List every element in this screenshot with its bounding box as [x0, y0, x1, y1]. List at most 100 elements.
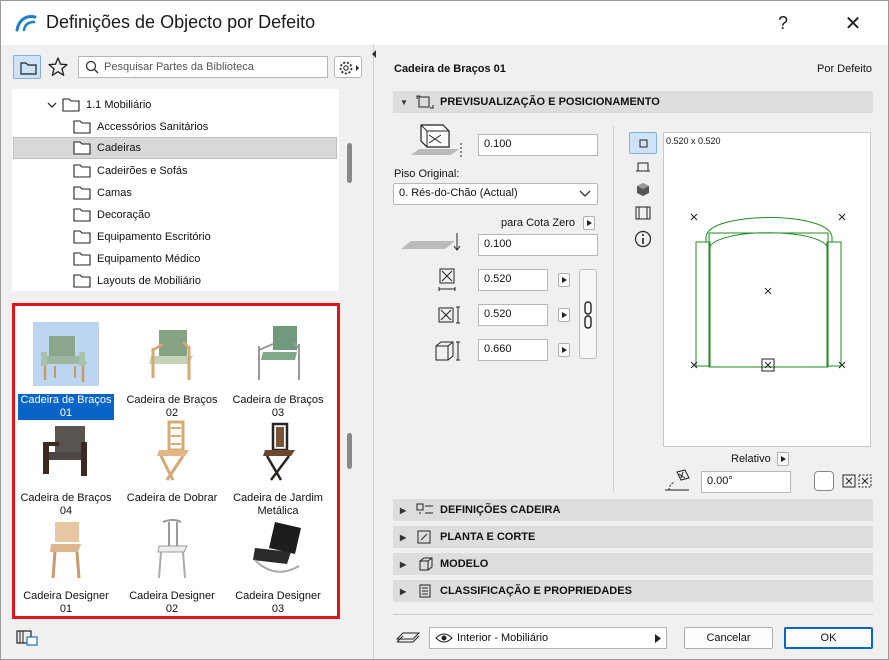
- section-definicoes-cadeira[interactable]: ▶ DEFINIÇÕES CADEIRA: [393, 499, 873, 521]
- offset-field[interactable]: 0.100: [478, 134, 598, 156]
- depth-field[interactable]: 0.520: [478, 304, 548, 326]
- chevron-down-icon: ▼: [400, 97, 408, 107]
- designer-chair-metal-icon: [157, 519, 188, 579]
- chair-plan-drawing: [690, 213, 846, 372]
- cota-field[interactable]: 0.100: [478, 234, 598, 256]
- thumbnail-cadeira-dobrar[interactable]: Cadeira de Dobrar: [120, 420, 224, 505]
- folder-view-button[interactable]: [13, 55, 41, 79]
- tree-scrollbar[interactable]: [347, 143, 352, 183]
- section-label: PREVISUALIZAÇÃO E POSICIONAMENTO: [440, 96, 660, 108]
- section-label: DEFINIÇÕES CADEIRA: [440, 504, 561, 516]
- thumbnail-cadeira-designer-02[interactable]: Cadeira Designer 02: [120, 518, 224, 616]
- height-options-button[interactable]: [558, 343, 570, 357]
- chevron-right-icon: [655, 634, 661, 643]
- tree-item-mobiliario[interactable]: 1.1 Mobiliário: [47, 94, 337, 116]
- folder-icon: [73, 252, 91, 266]
- height-field[interactable]: 0.660: [478, 339, 548, 361]
- tree-item-cadeiroes[interactable]: Cadeirões e Sofás: [73, 160, 337, 182]
- tree-item-label: Camas: [97, 187, 132, 199]
- thumbnail-label: Cadeira de Braços 01: [18, 394, 114, 420]
- tree-item-label: 1.1 Mobiliário: [86, 99, 152, 111]
- 3d-view-icon[interactable]: [633, 181, 653, 199]
- app-logo-icon: [15, 15, 37, 32]
- mirror-toggle[interactable]: [814, 471, 834, 491]
- square-icon: [639, 139, 648, 148]
- chevron-down-icon: [47, 102, 57, 108]
- width-options-button[interactable]: [558, 273, 570, 287]
- tree-item-equip-escritorio[interactable]: Equipamento Escritório: [73, 226, 337, 248]
- thumbnail-cadeira-jardim[interactable]: Cadeira de Jardim Metálica: [226, 420, 330, 518]
- thumbnail-cadeira-bracos-04[interactable]: Cadeira de Braços 04: [14, 420, 118, 518]
- tree-item-equip-medico[interactable]: Equipamento Médico: [73, 248, 337, 270]
- angle-field[interactable]: 0.00°: [701, 471, 791, 493]
- preview-canvas: 0.520 x 0.520: [663, 132, 871, 447]
- cancel-button[interactable]: Cancelar: [684, 627, 773, 649]
- ok-button[interactable]: OK: [784, 627, 873, 649]
- relative-options-button[interactable]: [777, 452, 789, 466]
- tree-item-label: Accessórios Sanitários: [97, 121, 209, 133]
- thumbnail-cadeira-bracos-03[interactable]: Cadeira de Braços 03: [226, 322, 330, 420]
- tree-item-decoracao[interactable]: Decoração: [73, 204, 337, 226]
- tree-item-label: Equipamento Médico: [97, 253, 201, 265]
- armchair-dark-icon: [43, 426, 87, 476]
- armchair-wood-icon: [149, 330, 193, 380]
- search-input[interactable]: Pesquisar Partes da Biblioteca: [78, 56, 328, 78]
- library-manager-icon[interactable]: [14, 625, 40, 649]
- folder-icon: [73, 208, 91, 222]
- section-label: MODELO: [440, 558, 489, 570]
- footer-divider: [393, 614, 873, 615]
- object-name: Cadeira de Braços 01: [394, 63, 506, 75]
- help-button[interactable]: ?: [768, 9, 798, 37]
- tree-item-cadeiras[interactable]: Cadeiras: [13, 137, 337, 159]
- film-icon[interactable]: [633, 204, 653, 222]
- designer-chair-leather-icon: [253, 522, 301, 573]
- chevron-right-icon: ▶: [400, 505, 407, 515]
- library-settings-button[interactable]: [334, 56, 362, 78]
- depth-options-button[interactable]: [558, 308, 570, 322]
- tree-item-label: Cadeiras: [97, 142, 142, 154]
- grid-scrollbar[interactable]: [347, 433, 352, 469]
- preview-position-icon: [416, 95, 434, 109]
- thumbnail-cadeira-bracos-02[interactable]: Cadeira de Braços 02: [120, 322, 224, 420]
- layer-value: Interior - Mobiliário: [457, 632, 549, 644]
- info-icon[interactable]: [633, 229, 653, 249]
- section-planta-corte[interactable]: ▶ PLANTA E CORTE: [393, 526, 873, 548]
- close-button[interactable]: ✕: [838, 9, 868, 37]
- designer-chair-wood-icon: [50, 522, 81, 579]
- collapse-panel-icon[interactable]: [370, 49, 378, 59]
- cota-options-button[interactable]: [583, 216, 595, 230]
- floor-dropdown[interactable]: 0. Rés-do-Chão (Actual): [393, 183, 598, 205]
- thumbnail-cadeira-designer-03[interactable]: Cadeira Designer 03: [226, 518, 330, 616]
- tree-item-layouts[interactable]: Layouts de Mobiliário: [73, 270, 337, 292]
- depth-icon: [438, 306, 460, 324]
- tree-item-acessorios[interactable]: Accessórios Sanitários: [73, 116, 337, 138]
- section-classificacao[interactable]: ▶ CLASSIFICAÇÃO E PROPRIEDADES: [393, 580, 873, 602]
- default-label: Por Defeito: [817, 63, 873, 75]
- layer-dropdown[interactable]: Interior - Mobiliário: [429, 627, 667, 649]
- folder-icon: [62, 98, 80, 112]
- thumbnail-cadeira-designer-01[interactable]: Cadeira Designer 01: [14, 518, 118, 616]
- elevation-view-icon[interactable]: [633, 159, 653, 177]
- width-icon: [438, 268, 456, 291]
- favorites-star-icon[interactable]: [47, 56, 69, 78]
- anchor-point-icon[interactable]: [841, 473, 873, 489]
- eye-icon: [435, 633, 453, 643]
- panel-splitter[interactable]: [373, 45, 374, 659]
- thumbnail-label: Cadeira Designer 01: [23, 590, 109, 615]
- section-label: CLASSIFICAÇÃO E PROPRIEDADES: [440, 585, 632, 597]
- section-preview[interactable]: ▼ PREVISUALIZAÇÃO E POSICIONAMENTO: [393, 91, 873, 113]
- proportion-lock-toggle[interactable]: [579, 269, 597, 359]
- cube-icon: [419, 557, 433, 571]
- plan-view-button[interactable]: [629, 132, 657, 154]
- armchair-green-icon: [33, 322, 99, 386]
- floor-label: Piso Original:: [394, 168, 460, 180]
- folder-icon: [20, 62, 37, 75]
- width-field[interactable]: 0.520: [478, 269, 548, 291]
- section-modelo[interactable]: ▶ MODELO: [393, 553, 873, 575]
- thumbnail-label: Cadeira de Dobrar: [126, 492, 218, 504]
- tree-item-camas[interactable]: Camas: [73, 182, 337, 204]
- box-elevation-icon: [411, 124, 462, 159]
- folder-icon: [73, 164, 91, 178]
- folding-chair-icon: [157, 420, 189, 481]
- thumbnail-cadeira-bracos-01[interactable]: Cadeira de Braços 01: [14, 322, 118, 420]
